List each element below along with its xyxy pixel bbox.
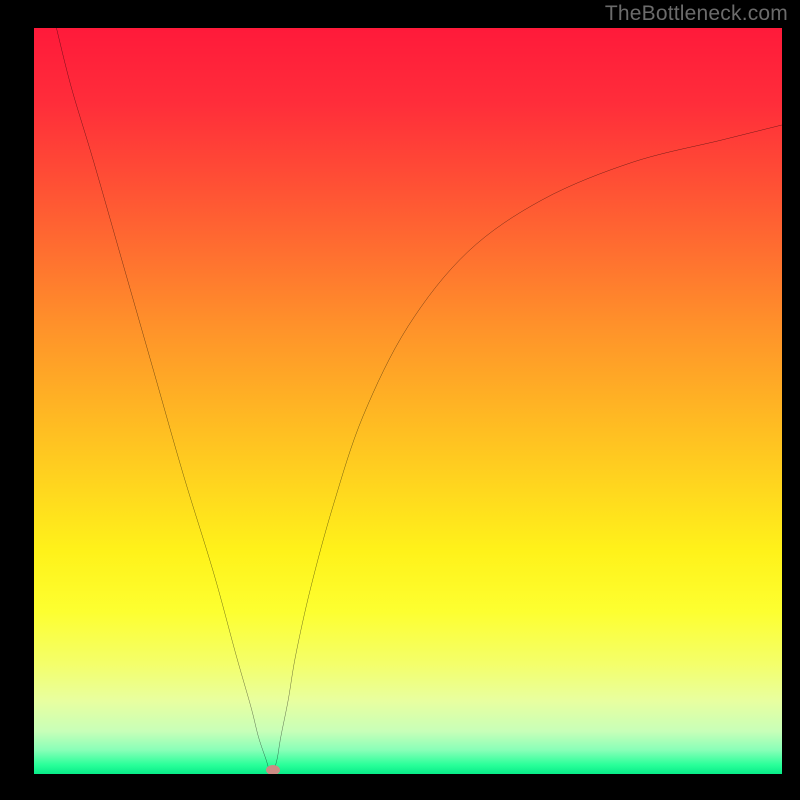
chart-plot-area [34,28,782,774]
chart-minimum-marker [266,765,280,774]
watermark-text: TheBottleneck.com [605,2,788,26]
chart-curve [34,28,782,774]
